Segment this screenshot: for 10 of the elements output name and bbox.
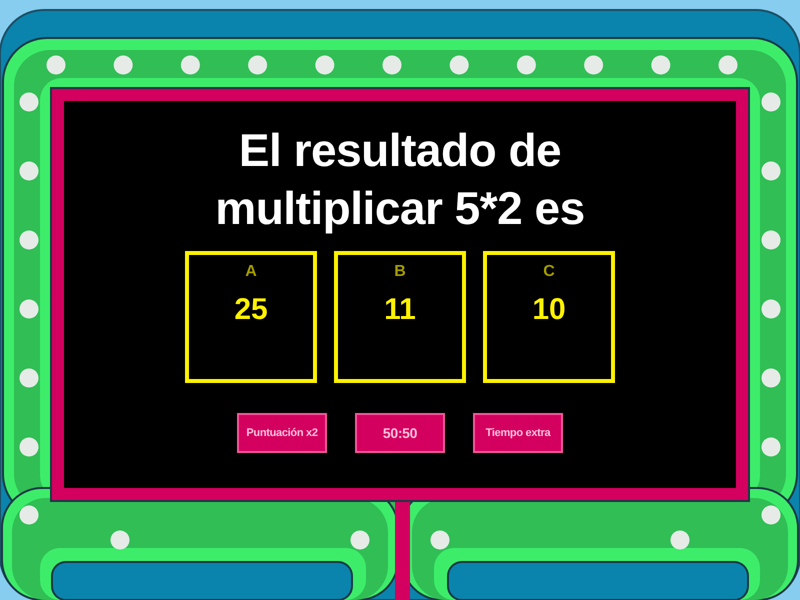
answer-option[interactable]: A 25 xyxy=(185,251,317,383)
answer-letter: C xyxy=(543,263,555,281)
answer-option[interactable]: C 10 xyxy=(483,251,615,383)
answer-text: 10 xyxy=(532,293,566,327)
answer-option[interactable]: B 11 xyxy=(334,251,466,383)
answer-letter: B xyxy=(394,263,406,281)
answer-letter: A xyxy=(245,263,257,281)
answer-text: 25 xyxy=(234,293,268,327)
question-text: El resultado de multiplicar 5*2 es xyxy=(214,123,586,236)
answer-text: 11 xyxy=(384,293,416,327)
